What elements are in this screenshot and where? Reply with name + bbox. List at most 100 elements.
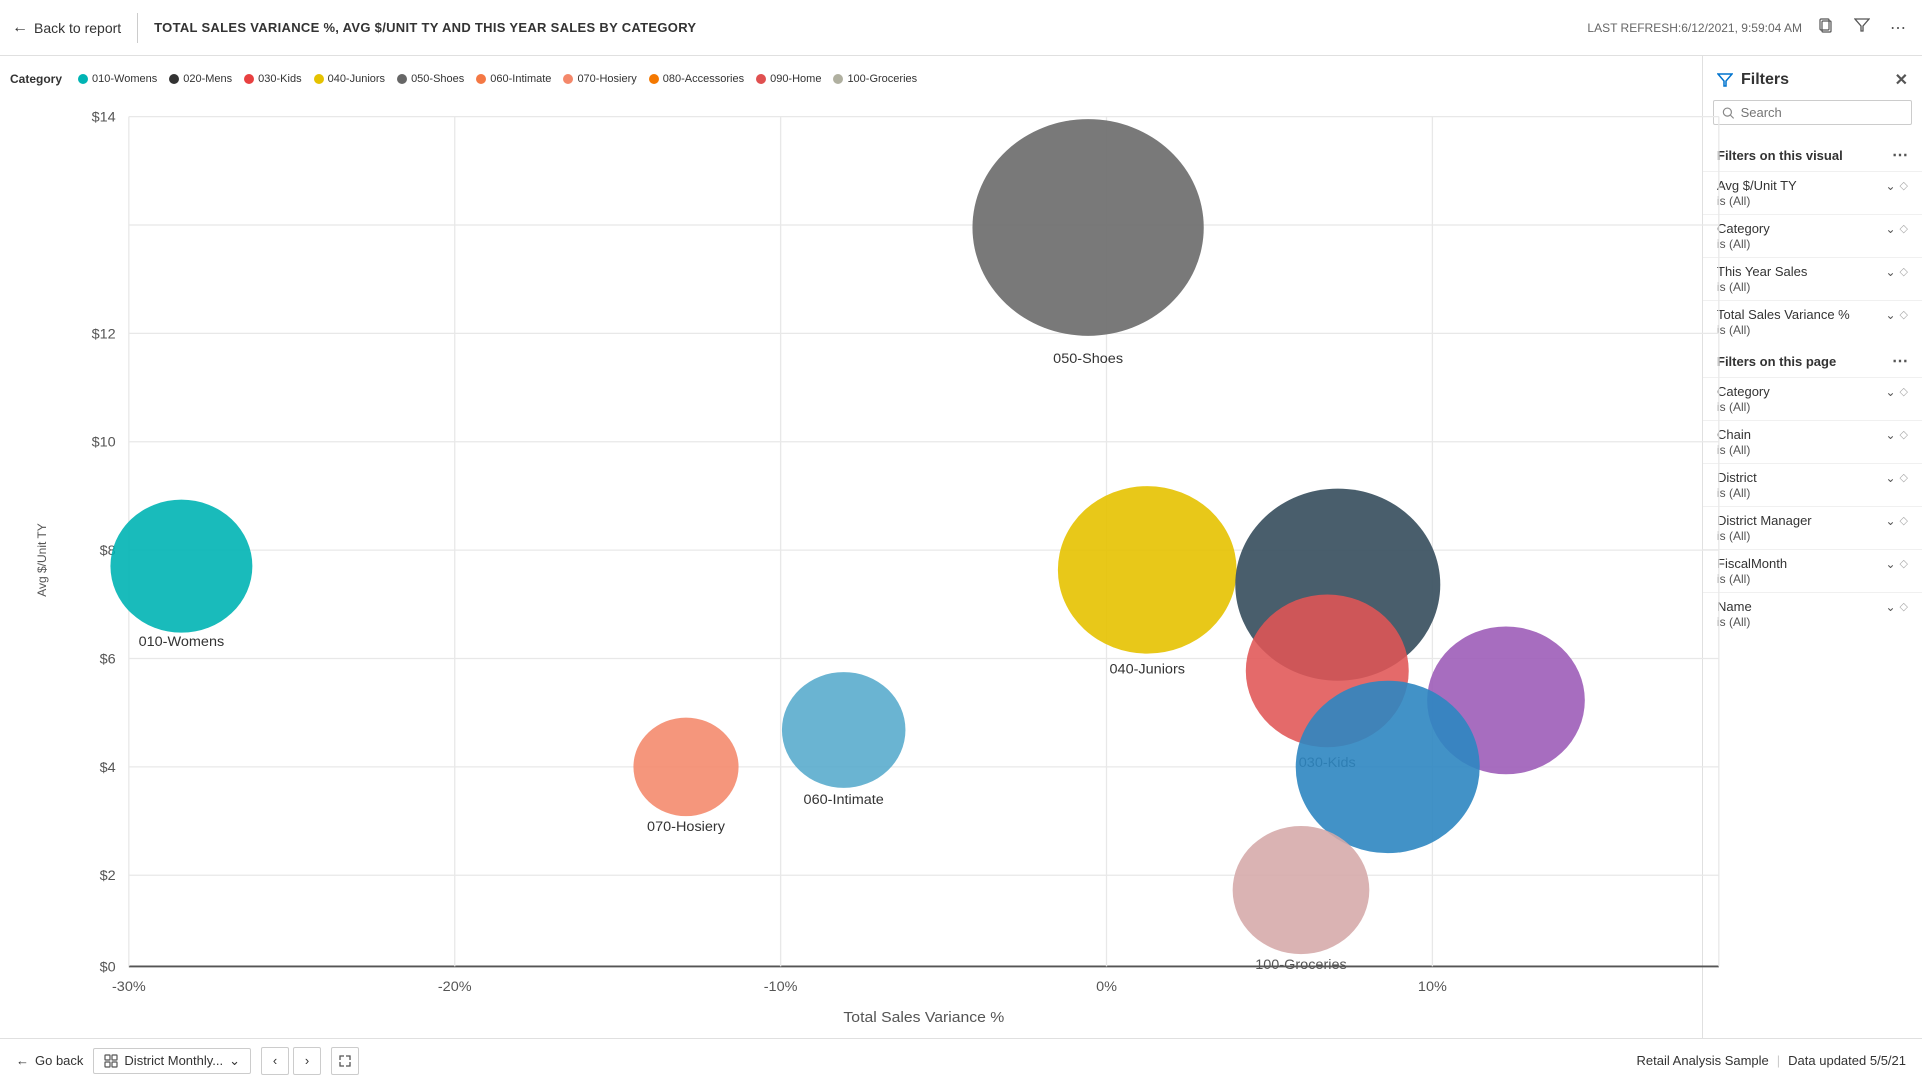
legend-dot-kids	[244, 74, 254, 84]
search-input[interactable]	[1741, 105, 1903, 120]
page-filter-item[interactable]: FiscalMonth ⌄ ◇ is (All)	[1703, 549, 1922, 592]
chevron-down-icon[interactable]: ⌄	[1885, 514, 1895, 528]
legend-label-hosiery: 070-Hosiery	[577, 73, 636, 85]
chevron-down-icon[interactable]: ⌄	[1885, 179, 1895, 193]
nav-prev-button[interactable]: ‹	[261, 1047, 289, 1075]
bubble-070-hosiery[interactable]	[633, 718, 738, 817]
page-filter-item[interactable]: Chain ⌄ ◇ is (All)	[1703, 420, 1922, 463]
bottom-bar-left: ← Go back District Monthly... ⌄ ‹ ›	[16, 1047, 359, 1075]
bubble-090-home[interactable]	[1296, 681, 1480, 853]
chevron-down-icon[interactable]: ⌄	[1885, 471, 1895, 485]
clear-filter-icon[interactable]: ◇	[1900, 265, 1908, 278]
legend-dot-mens	[169, 74, 179, 84]
visual-filter-item[interactable]: Total Sales Variance % ⌄ ◇ is (All)	[1703, 300, 1922, 343]
legend-label-mens: 020-Mens	[183, 73, 232, 85]
filters-close-icon[interactable]: ✕	[1895, 70, 1908, 90]
bubble-100-groceries[interactable]	[1233, 826, 1370, 954]
chevron-down-icon[interactable]: ⌄	[1885, 600, 1895, 614]
chevron-down-icon[interactable]: ⌄	[1885, 222, 1895, 236]
filters-header-left: Filters	[1717, 71, 1789, 89]
filters-title: Filters	[1741, 71, 1789, 89]
legend-label-home: 090-Home	[770, 73, 821, 85]
top-bar-left: ← Back to report TOTAL SALES VARIANCE %,…	[12, 13, 696, 43]
chevron-down-icon[interactable]: ⌄	[1885, 265, 1895, 279]
svg-text:$0: $0	[100, 959, 116, 974]
chart-title: TOTAL SALES VARIANCE %, AVG $/UNIT TY AN…	[154, 20, 696, 35]
svg-text:040-Juniors: 040-Juniors	[1109, 661, 1184, 676]
clear-filter-icon[interactable]: ◇	[1900, 600, 1908, 613]
top-bar-right: LAST REFRESH:6/12/2021, 9:59:04 AM ⋯	[1587, 13, 1910, 42]
visual-filters-more-icon[interactable]: ⋯	[1892, 145, 1908, 165]
nav-next-button[interactable]: ›	[293, 1047, 321, 1075]
page-filter-item[interactable]: District ⌄ ◇ is (All)	[1703, 463, 1922, 506]
main-layout: Category 010-Womens 020-Mens 030-Kids 04…	[0, 56, 1922, 1038]
page-filter-item[interactable]: Name ⌄ ◇ is (All)	[1703, 592, 1922, 635]
legend-label-kids: 030-Kids	[258, 73, 301, 85]
page-filter-item[interactable]: Category ⌄ ◇ is (All)	[1703, 377, 1922, 420]
legend-item-kids: 030-Kids	[244, 73, 301, 85]
clear-filter-icon[interactable]: ◇	[1900, 514, 1908, 527]
legend-dot-womens	[78, 74, 88, 84]
expand-icon	[339, 1055, 351, 1067]
back-button[interactable]: ← Back to report	[12, 19, 121, 37]
legend-dot-accessories	[649, 74, 659, 84]
bubble-040-juniors[interactable]	[1058, 486, 1237, 653]
legend-item-hosiery: 070-Hosiery	[563, 73, 636, 85]
back-button-label: Back to report	[34, 20, 121, 36]
clear-filter-icon[interactable]: ◇	[1900, 222, 1908, 235]
filters-panel: Filters ✕ Filters on this visual ⋯ Avg $…	[1702, 56, 1922, 1038]
svg-text:-10%: -10%	[764, 978, 798, 993]
svg-text:$12: $12	[92, 326, 116, 341]
svg-text:10%: 10%	[1418, 978, 1447, 993]
svg-text:010-Womens: 010-Womens	[139, 634, 225, 649]
svg-text:070-Hosiery: 070-Hosiery	[647, 818, 725, 833]
legend-item-groceries: 100-Groceries	[833, 73, 917, 85]
more-options-icon[interactable]: ⋯	[1886, 14, 1910, 42]
filter-icon[interactable]	[1850, 13, 1874, 42]
expand-button[interactable]	[331, 1047, 359, 1075]
svg-text:060-Intimate: 060-Intimate	[804, 791, 885, 806]
page-filter-item[interactable]: District Manager ⌄ ◇ is (All)	[1703, 506, 1922, 549]
bubble-060-intimate[interactable]	[782, 672, 906, 788]
nav-arrows: ‹ ›	[261, 1047, 321, 1075]
chevron-down-icon[interactable]: ⌄	[1885, 428, 1895, 442]
bubble-050-shoes[interactable]	[972, 119, 1203, 336]
chevron-down-icon[interactable]: ⌄	[1885, 557, 1895, 571]
clear-filter-icon[interactable]: ◇	[1900, 385, 1908, 398]
chevron-down-icon[interactable]: ⌄	[1885, 385, 1895, 399]
go-back-button[interactable]: ← Go back	[16, 1053, 83, 1068]
svg-text:-30%: -30%	[112, 978, 146, 993]
copy-icon[interactable]	[1814, 13, 1838, 42]
clear-filter-icon[interactable]: ◇	[1900, 308, 1908, 321]
legend-dot-hosiery	[563, 74, 573, 84]
tab-chevron-icon[interactable]: ⌄	[229, 1053, 240, 1069]
visual-filter-item[interactable]: Avg $/Unit TY ⌄ ◇ is (All)	[1703, 171, 1922, 214]
divider	[137, 13, 138, 43]
legend-item-home: 090-Home	[756, 73, 821, 85]
filters-section-visual-title: Filters on this visual ⋯	[1703, 137, 1922, 171]
clear-filter-icon[interactable]: ◇	[1900, 471, 1908, 484]
tab-district-monthly[interactable]: District Monthly... ⌄	[93, 1048, 251, 1074]
filters-search-box[interactable]	[1713, 100, 1912, 125]
chart-svg[interactable]: $0 $2 $4 $6 $8 $10 $12 $14 -30% -20% -10…	[50, 92, 1732, 1028]
clear-filter-icon[interactable]: ◇	[1900, 428, 1908, 441]
legend-item-mens: 020-Mens	[169, 73, 232, 85]
chevron-down-icon[interactable]: ⌄	[1885, 308, 1895, 322]
bubble-010-womens[interactable]	[110, 500, 252, 633]
visual-filter-item[interactable]: Category ⌄ ◇ is (All)	[1703, 214, 1922, 257]
clear-filter-icon[interactable]: ◇	[1900, 179, 1908, 192]
svg-text:050-Shoes: 050-Shoes	[1053, 350, 1123, 365]
go-back-arrow-icon: ←	[16, 1053, 29, 1068]
legend-label-juniors: 040-Juniors	[328, 73, 385, 85]
clear-filter-icon[interactable]: ◇	[1900, 557, 1908, 570]
go-back-label: Go back	[35, 1053, 83, 1068]
visual-filter-item[interactable]: This Year Sales ⌄ ◇ is (All)	[1703, 257, 1922, 300]
legend-label-accessories: 080-Accessories	[663, 73, 744, 85]
bottom-divider: |	[1777, 1053, 1780, 1068]
legend-label-groceries: 100-Groceries	[847, 73, 917, 85]
report-name: Retail Analysis Sample	[1637, 1053, 1769, 1068]
filter-panel-icon	[1717, 72, 1733, 88]
page-filters-more-icon[interactable]: ⋯	[1892, 351, 1908, 371]
legend-category-label: Category	[10, 72, 62, 86]
filters-section-page-title: Filters on this page ⋯	[1703, 343, 1922, 377]
